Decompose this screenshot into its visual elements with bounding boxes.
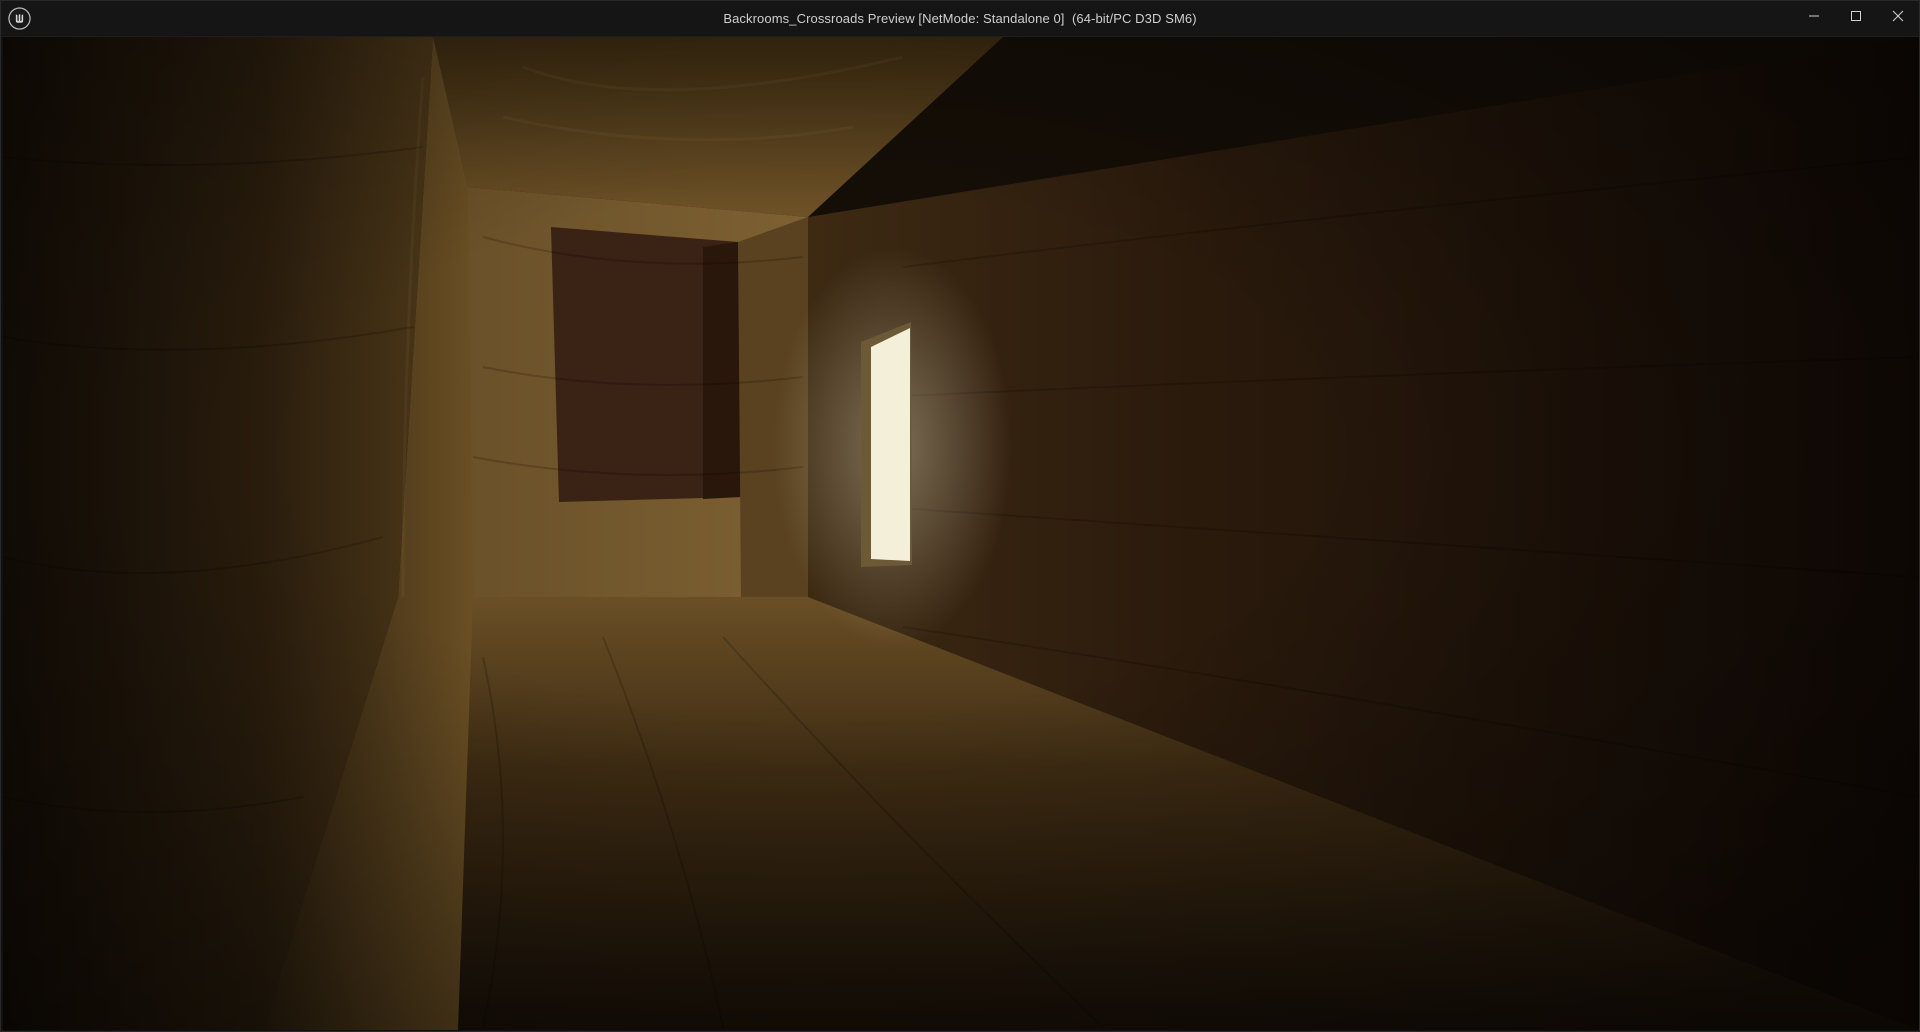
close-button[interactable] [1877,1,1919,31]
unreal-engine-logo-icon[interactable] [8,7,31,30]
window-title: Backrooms_Crossroads Preview [NetMode: S… [723,11,1197,26]
corridor-scene [3,37,1919,1030]
maximize-icon [1851,11,1861,21]
minimize-icon [1809,15,1819,17]
maximize-button[interactable] [1835,1,1877,31]
close-icon [1892,10,1904,22]
window-controls [1793,1,1919,31]
minimize-button[interactable] [1793,1,1835,31]
game-viewport[interactable] [3,37,1919,1030]
game-window: Backrooms_Crossroads Preview [NetMode: S… [0,0,1920,1032]
title-bar[interactable]: Backrooms_Crossroads Preview [NetMode: S… [1,1,1919,37]
